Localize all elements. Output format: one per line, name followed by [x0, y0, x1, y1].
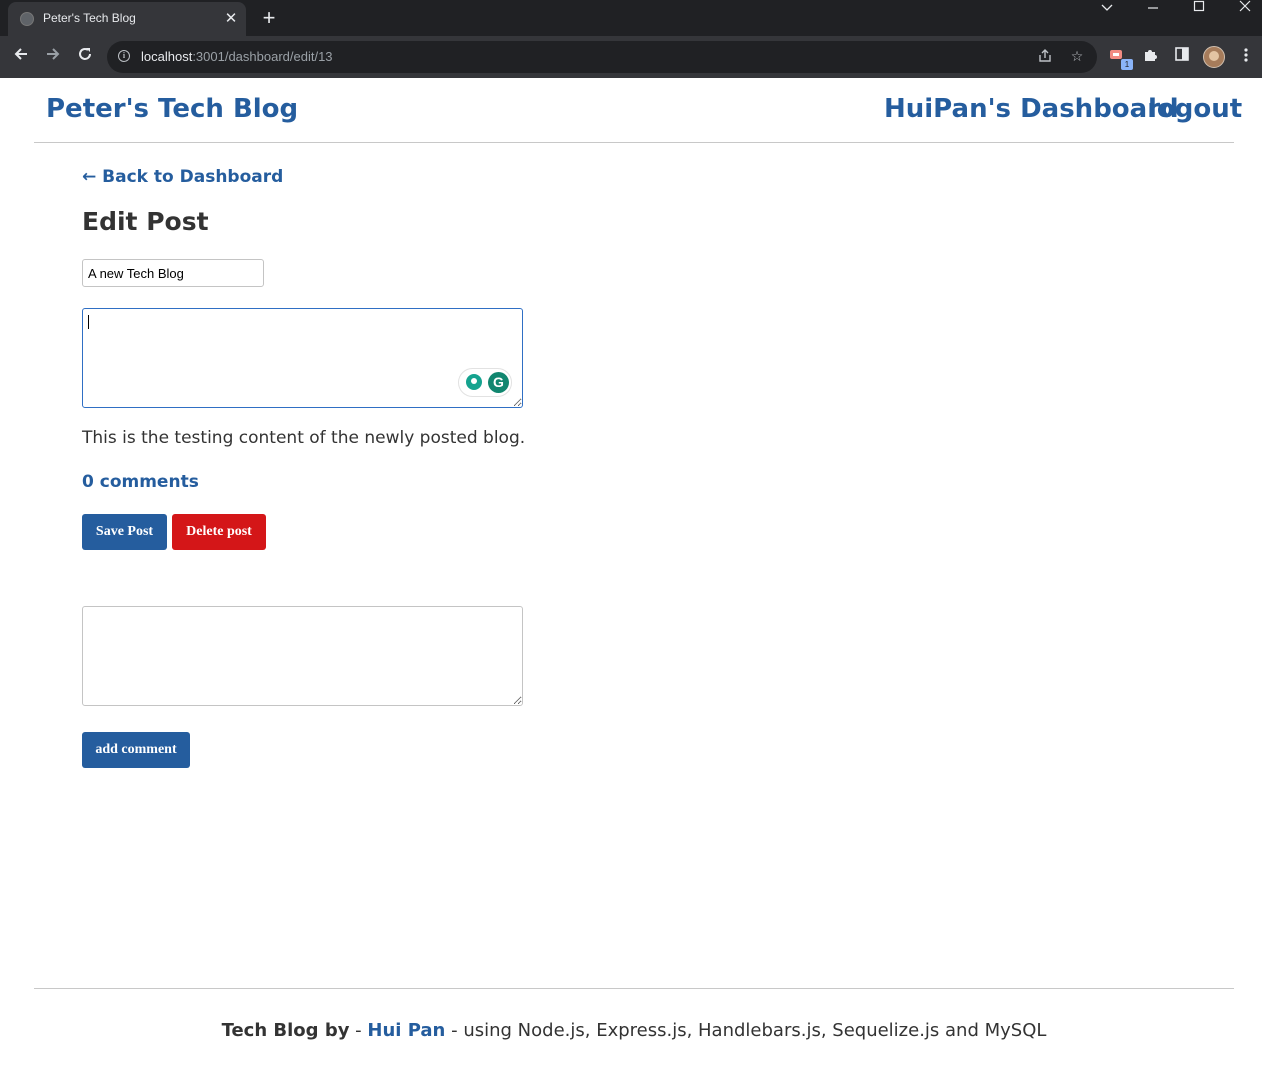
add-comment-button[interactable]: add comment — [82, 732, 190, 768]
browser-title-bar: Peter's Tech Blog ✕ + — [0, 0, 1262, 36]
avatar[interactable] — [1203, 46, 1225, 68]
grammarly-widget[interactable]: G — [458, 368, 512, 397]
minimize-icon[interactable] — [1139, 0, 1167, 18]
window-close-icon[interactable] — [1231, 0, 1259, 18]
maximize-icon[interactable] — [1185, 0, 1213, 18]
back-arrow-icon[interactable] — [9, 45, 33, 69]
forward-arrow-icon[interactable] — [41, 45, 65, 69]
info-icon[interactable]: i — [118, 50, 130, 62]
side-panel-icon[interactable] — [1172, 47, 1192, 67]
url-host: localhost — [141, 49, 193, 64]
delete-post-button[interactable]: Delete post — [172, 514, 266, 550]
star-icon[interactable]: ☆ — [1068, 48, 1086, 66]
post-body-textarea[interactable] — [82, 308, 523, 408]
footer-brand: Tech Blog by — [221, 1020, 350, 1041]
back-to-dashboard-link[interactable]: ← Back to Dashboard — [82, 167, 283, 187]
reload-icon[interactable] — [73, 45, 97, 69]
site-footer: Tech Blog by - Hui Pan - using Node.js, … — [34, 988, 1234, 1070]
comments-count-link[interactable]: 0 comments — [82, 472, 199, 492]
dashboard-link[interactable]: HuiPan's Dashboard — [884, 94, 1179, 124]
site-header: Peter's Tech Blog HuiPan's Dashboard log… — [34, 78, 1242, 143]
text-caret — [88, 315, 89, 329]
globe-icon — [20, 12, 34, 26]
footer-text: Tech Blog by - Hui Pan - using Node.js, … — [34, 1020, 1234, 1041]
address-bar[interactable]: i localhost:3001/dashboard/edit/13 ☆ — [107, 41, 1097, 73]
extension-badge: 1 — [1121, 59, 1133, 70]
share-icon[interactable] — [1036, 48, 1054, 66]
url-text[interactable]: localhost:3001/dashboard/edit/13 — [141, 49, 333, 64]
logout-link[interactable]: logout — [1148, 94, 1242, 124]
url-path: :3001/dashboard/edit/13 — [192, 49, 333, 64]
post-title-input[interactable] — [82, 259, 264, 287]
plus-icon[interactable]: + — [258, 7, 280, 29]
grammarly-icon[interactable]: G — [488, 372, 509, 393]
save-post-button[interactable]: Save Post — [82, 514, 167, 550]
post-content: This is the testing content of the newly… — [82, 428, 526, 448]
footer-separator: - — [349, 1020, 368, 1041]
chevron-down-icon[interactable] — [1093, 0, 1121, 18]
close-icon[interactable]: ✕ — [222, 9, 240, 27]
tab-title: Peter's Tech Blog — [43, 11, 136, 25]
lightbulb-icon[interactable] — [466, 374, 482, 390]
puzzle-icon[interactable] — [1140, 47, 1160, 67]
footer-author-link[interactable]: Hui Pan — [367, 1020, 445, 1041]
browser-toolbar: i localhost:3001/dashboard/edit/13 ☆ — [0, 36, 1262, 78]
footer-tech-stack: - using Node.js, Express.js, Handlebars.… — [445, 1020, 1047, 1041]
comment-textarea[interactable] — [82, 606, 523, 706]
browser-tab[interactable]: Peter's Tech Blog ✕ — [8, 2, 246, 36]
page-title: Edit Post — [82, 207, 209, 236]
site-title-link[interactable]: Peter's Tech Blog — [46, 94, 298, 124]
more-menu-icon[interactable] — [1236, 47, 1256, 67]
